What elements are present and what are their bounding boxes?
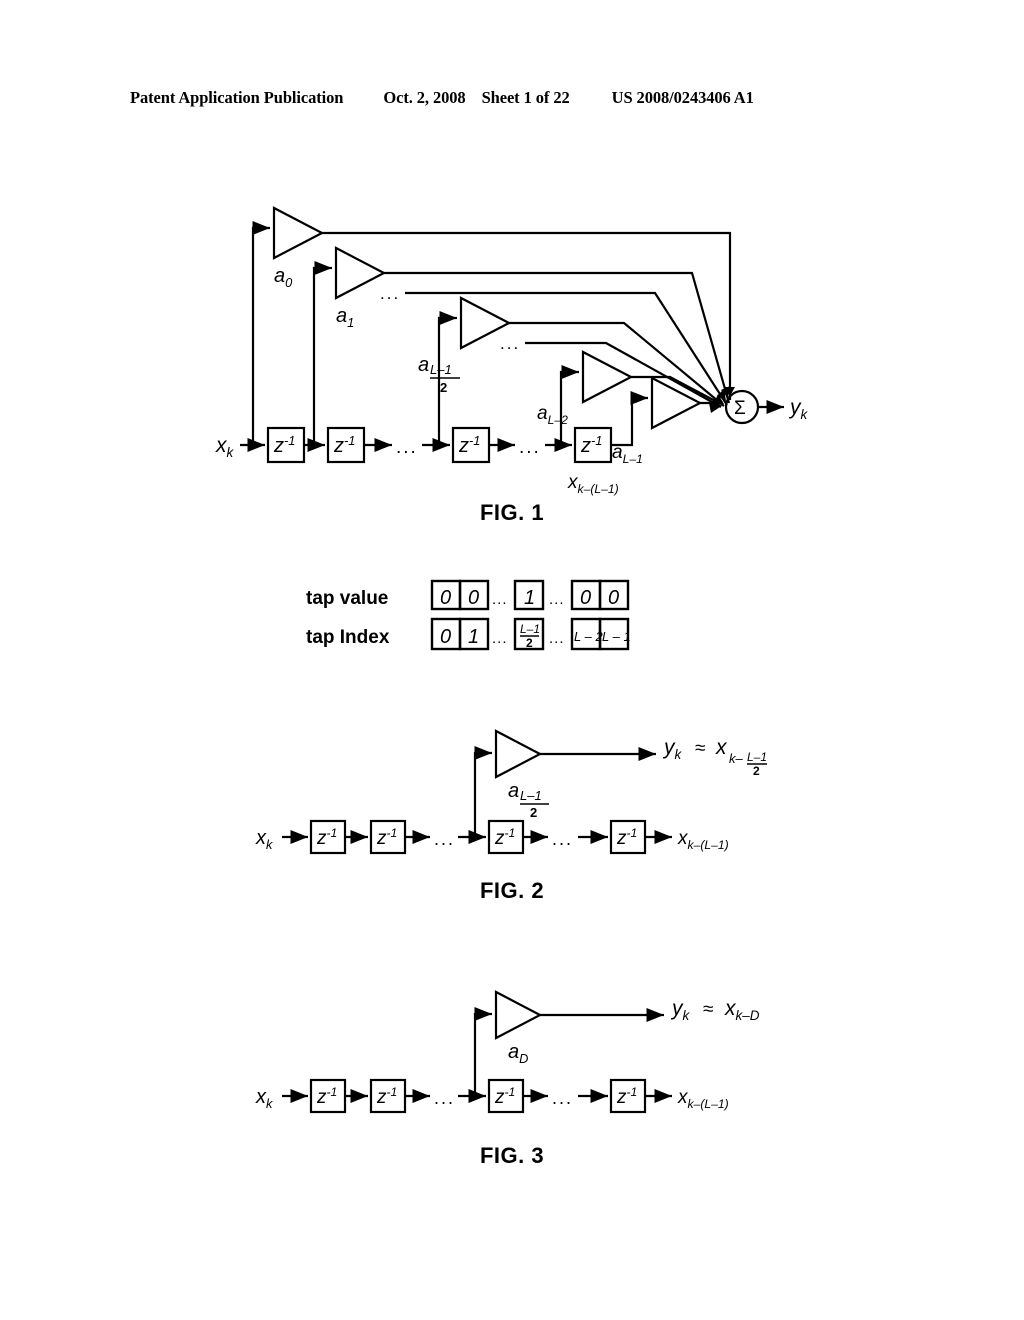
fig1-ellipsis-tap-2: ... <box>500 334 520 353</box>
fig2-delay-label-1: z-1 <box>316 826 337 849</box>
fig1-delay-label-3: z-1 <box>458 433 480 457</box>
fig1-tap-Lm1 <box>611 390 648 447</box>
fig1-delay-label-1: z-1 <box>273 433 295 457</box>
tap-value-Lm2: 0 <box>580 587 591 609</box>
fig1-amp-a1 <box>334 246 387 300</box>
tap-index-Lm1: L – 1 <box>602 629 631 644</box>
svg-text:k–: k– <box>729 751 744 766</box>
tap-value-1: 0 <box>468 587 479 609</box>
fig1-sum-symbol: Σ <box>734 398 746 419</box>
fig1-last-tap-label: xk–(L–1) <box>567 472 619 496</box>
fig1-tap-1 <box>312 260 332 445</box>
svg-text:L–1: L–1 <box>430 362 452 377</box>
fig2-output-expression: yk ≈ x k– L–1 2 <box>662 736 767 778</box>
fig2-coefficient: a L–1 2 <box>508 780 549 820</box>
fig1-coeff-a0: a0 <box>274 265 293 290</box>
fig3-delay-label-last: z-1 <box>616 1085 637 1108</box>
fig3-delay-label-mid: z-1 <box>494 1085 515 1108</box>
fig1-tap-Lm2 <box>559 364 579 445</box>
svg-text:yk: yk <box>662 736 683 762</box>
figure-2-diagram: ... ... xk z-1 z-1 z-1 z-1 a L–1 2 yk ≈ … <box>240 725 780 865</box>
svg-text:2: 2 <box>753 764 760 778</box>
fig1-tap-0 <box>251 220 270 445</box>
fig3-amplifier <box>494 990 543 1040</box>
figure-1-caption: FIG. 1 <box>479 500 545 525</box>
svg-text:yk: yk <box>670 997 691 1023</box>
fig1-delay-label-4: z-1 <box>580 433 602 457</box>
tap-index-ellipsis-2: ... <box>549 630 565 647</box>
fig2-delay-label-mid: z-1 <box>494 826 515 849</box>
tap-value-mid: 1 <box>524 587 535 609</box>
figure-1-diagram: ... ... ... ... z-1 z-1 z-1 z-1 xk yk Σ … <box>200 200 809 500</box>
fig2-last-tap-label: xk–(L–1) <box>677 828 729 852</box>
figure-3-caption: FIG. 3 <box>479 1143 545 1168</box>
fig3-last-tap-label: xk–(L–1) <box>677 1087 729 1111</box>
svg-text:≈: ≈ <box>695 738 705 759</box>
tap-index-ellipsis-1: ... <box>492 630 508 647</box>
fig3-delay-label-2: z-1 <box>376 1085 397 1108</box>
header-patent-number: US 2008/0243406 A1 <box>611 88 754 107</box>
fig1-delay-label-2: z-1 <box>333 433 355 457</box>
page-header: Patent Application Publication Oct. 2, 2… <box>130 88 894 108</box>
fig2-amplifier <box>494 729 543 779</box>
fig1-amp-aLm1 <box>650 376 703 430</box>
fig3-coefficient: aD <box>508 1041 528 1066</box>
fig2-delay-label-2: z-1 <box>376 826 397 849</box>
svg-text:L–1: L–1 <box>520 788 542 803</box>
tap-value-ellipsis-1: ... <box>492 591 508 608</box>
tap-index-1: 1 <box>468 626 479 648</box>
tap-value-row-label: tap value <box>306 588 388 609</box>
tap-index-0: 0 <box>440 626 451 648</box>
fig1-ellipsis-tap-1: ... <box>380 284 400 303</box>
figure-2-caption: FIG. 2 <box>479 878 545 903</box>
svg-text:2: 2 <box>440 380 447 395</box>
header-date: Oct. 2, 2008 <box>383 88 466 107</box>
fig1-amp-aLm2 <box>581 350 634 404</box>
fig2-ellipsis-2: ... <box>552 829 573 849</box>
fig1-output-label: yk <box>788 396 809 422</box>
tap-value-0: 0 <box>440 587 451 609</box>
svg-text:≈: ≈ <box>703 999 713 1020</box>
fig3-input-label: xk <box>255 1086 273 1111</box>
svg-text:a: a <box>418 354 429 376</box>
fig3-delay-label-1: z-1 <box>316 1085 337 1108</box>
svg-text:x: x <box>715 736 728 759</box>
tap-index-row-label: tap Index <box>306 627 390 648</box>
tap-value-Lm1: 0 <box>608 587 619 609</box>
fig3-output-expression: yk ≈ xk–D <box>670 997 760 1023</box>
fig3-ellipsis-1: ... <box>434 1088 455 1108</box>
fig1-input-label: xk <box>215 434 235 460</box>
fig2-input-label: xk <box>255 827 273 852</box>
fig1-ellipsis-delay-2: ... <box>519 437 541 458</box>
fig1-sumline-amid <box>509 321 725 407</box>
figure-3-diagram: ... ... xk z-1 z-1 z-1 z-1 aD yk ≈ xk–D <box>240 990 780 1120</box>
fig1-ellipsis-delay-1: ... <box>396 437 418 458</box>
fig1-amp-a0 <box>272 206 325 260</box>
svg-text:L–1: L–1 <box>747 750 767 764</box>
svg-text:a: a <box>508 780 519 802</box>
header-publication: Patent Application Publication <box>130 88 344 107</box>
tap-index-Lm2: L – 2 <box>574 629 603 644</box>
fig1-coeff-aLm2: aL–2 <box>537 403 568 427</box>
fig2-ellipsis-1: ... <box>434 829 455 849</box>
svg-text:2: 2 <box>526 636 533 650</box>
tap-index-mid: L–1 2 <box>520 622 540 650</box>
tap-value-ellipsis-2: ... <box>549 591 565 608</box>
fig1-sumline-dots1 <box>405 291 728 406</box>
svg-text:2: 2 <box>530 805 537 820</box>
fig3-ellipsis-2: ... <box>552 1088 573 1108</box>
fig1-coeff-a1: a1 <box>336 305 354 330</box>
tap-table-diagram: tap value tap Index 0 0 ... 1 ... 0 0 0 … <box>300 575 700 670</box>
fig2-delay-label-last: z-1 <box>616 826 637 849</box>
svg-text:L–1: L–1 <box>520 622 540 636</box>
svg-text:xk–D: xk–D <box>724 997 760 1023</box>
header-sheet-number: Sheet 1 of 22 <box>481 88 570 107</box>
